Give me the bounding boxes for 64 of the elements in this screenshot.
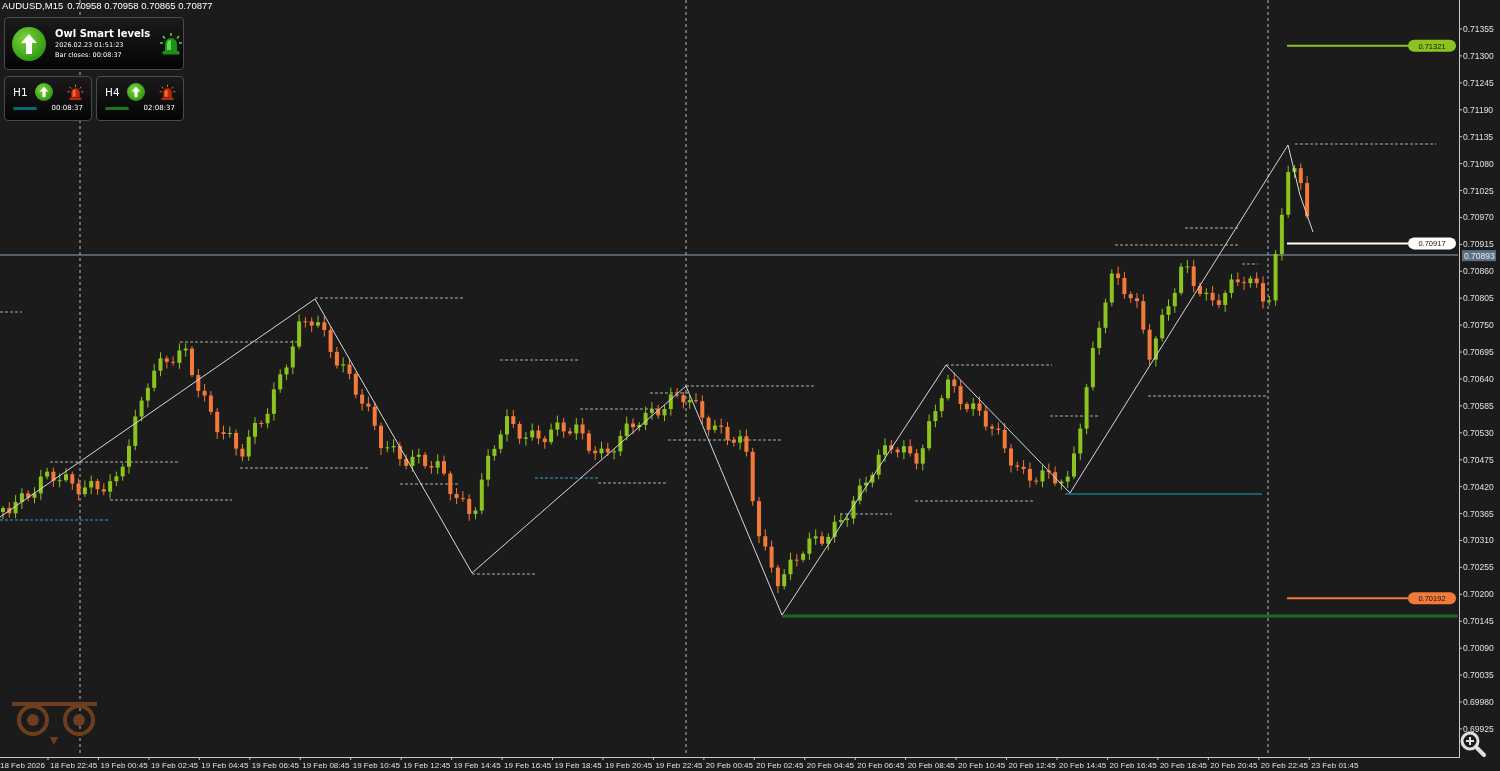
siren-icon	[159, 31, 184, 56]
time-axis-label: 19 Feb 04:45	[201, 761, 249, 770]
time-axis-label: 19 Feb 00:45	[100, 761, 148, 770]
price-axis-label: 0.70090	[1463, 643, 1494, 654]
ohlc-values: 0.70958 0.70958 0.70865 0.70877	[67, 0, 213, 11]
time-axis-label: 19 Feb 16:45	[504, 761, 552, 770]
time-axis-label: 18 Feb 2026	[0, 761, 45, 770]
price-axis-label: 0.70200	[1463, 589, 1494, 600]
time-axis-label: 20 Feb 02:45	[756, 761, 804, 770]
price-axis-label: 0.71355	[1463, 24, 1494, 34]
indicator-title: Owl Smart levels	[55, 28, 151, 39]
time-axis-label: 19 Feb 14:45	[453, 761, 501, 770]
price-axis-label: 0.71025	[1463, 185, 1494, 196]
price-axis-label: 0.69925	[1463, 723, 1494, 734]
time-axis-label: 19 Feb 18:45	[554, 761, 602, 770]
price-axis-label: 0.70035	[1463, 670, 1494, 681]
time-axis-label: 20 Feb 06:45	[857, 761, 905, 770]
price-axis-label: 0.71300	[1463, 50, 1494, 61]
price-axis-label: 0.70585	[1463, 400, 1494, 411]
timeframe-label: H1	[13, 86, 28, 98]
time-axis-label: 20 Feb 18:45	[1159, 761, 1208, 770]
price-axis-label: 0.70475	[1463, 454, 1494, 465]
time-axis-label: 20 Feb 10:45	[958, 761, 1006, 770]
price-axis-label: 0.70970	[1463, 212, 1494, 223]
symbol-label: AUDUSD,M15	[2, 0, 64, 11]
time-axis-label: 20 Feb 08:45	[907, 761, 955, 770]
price-axis-label: 0.70530	[1463, 427, 1494, 438]
timeframe-label: H4	[105, 86, 120, 98]
zoom-in-icon[interactable]	[1460, 731, 1486, 757]
price-axis-label: 0.71190	[1463, 104, 1494, 115]
time-axis-label: 20 Feb 12:45	[1008, 761, 1056, 770]
price-axis-label: 0.70915	[1463, 239, 1494, 250]
current-price-label: 0.70893	[1462, 250, 1496, 262]
time-axis-label: 19 Feb 08:45	[302, 761, 350, 770]
time-axis-label: 20 Feb 22:45	[1260, 761, 1308, 770]
price-axis-label: 0.70750	[1463, 320, 1494, 331]
price-axis-label: 0.70805	[1463, 293, 1494, 304]
price-axis-label: 0.70640	[1463, 373, 1494, 384]
time-axis-label: 19 Feb 10:45	[352, 761, 400, 770]
price-axis-label: 0.71080	[1463, 158, 1494, 169]
time-axis-label: 20 Feb 04:45	[806, 761, 854, 770]
time-axis-label: 19 Feb 02:45	[150, 761, 199, 770]
siren-icon	[158, 83, 176, 101]
time-axis-label: 20 Feb 16:45	[1109, 761, 1157, 770]
time-axis-label: 19 Feb 22:45	[655, 761, 703, 770]
time-axis-label: 18 Feb 22:45	[50, 761, 98, 770]
price-axis-label: 0.70255	[1463, 562, 1494, 573]
time-axis-label: 19 Feb 12:45	[403, 761, 451, 770]
price-axis-label: 0.70695	[1463, 347, 1494, 358]
price-axis-label: 0.70145	[1463, 616, 1494, 627]
time-axis-label: 20 Feb 14:45	[1059, 761, 1107, 770]
price-axis-label: 0.71135	[1463, 131, 1494, 142]
time-axis-label: 19 Feb 20:45	[604, 761, 653, 770]
time-axis-label: 20 Feb 20:45	[1210, 761, 1258, 770]
price-axis-label: 0.70860	[1463, 266, 1494, 277]
price-axis-label: 0.70310	[1463, 535, 1494, 546]
price-axis-label: 0.70365	[1463, 508, 1494, 519]
price-axis-label: 0.69980	[1463, 697, 1494, 707]
siren-icon	[66, 83, 84, 101]
price-axis-label: 0.71245	[1463, 77, 1494, 88]
time-axis-label: 19 Feb 06:45	[251, 761, 299, 770]
time-axis-label: 23 Feb 01:45	[1311, 761, 1359, 770]
time-axis-label: 20 Feb 00:45	[705, 761, 753, 770]
price-axis-label: 0.70420	[1463, 481, 1494, 492]
